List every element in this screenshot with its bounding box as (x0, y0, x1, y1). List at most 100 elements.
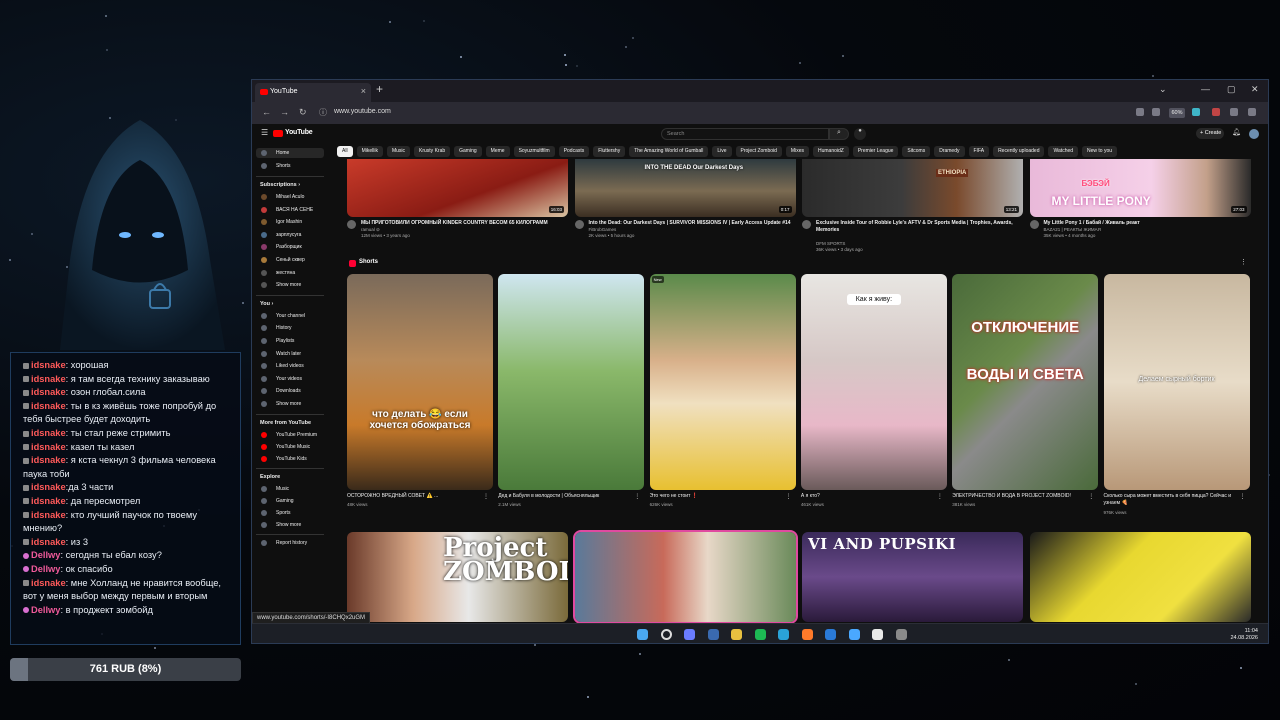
bookmark-star-icon[interactable] (1192, 108, 1200, 116)
short-thumbnail[interactable]: Как я живу: (800, 274, 947, 490)
chip-1[interactable]: Mikellik (356, 146, 383, 157)
video-thumbnail[interactable]: VI AND PUPSIKI (802, 532, 1023, 622)
sidebar-item-your-channel[interactable]: Your channel (256, 311, 324, 321)
sidebar-item-youtube-kids[interactable]: YouTube Kids (256, 454, 324, 464)
short-card[interactable]: Как я живу: А я кто? 461K views ⋮ (800, 274, 947, 507)
notifications-bell-icon[interactable]: 🔔︎ (1232, 128, 1241, 136)
short-title[interactable]: А я кто? (801, 493, 937, 500)
sidebar-item-playlists[interactable]: Playlists (256, 336, 324, 346)
sidebar-item-watch-later[interactable]: Watch later (256, 349, 324, 359)
sidebar-item-вася-на-сене[interactable]: ВАСЯ НА СЕНЕ (256, 205, 324, 215)
chip-2[interactable]: Music (386, 146, 411, 157)
video-card[interactable]: 0:17 INTO THE DEAD Our Darkest Days Into t… (574, 159, 796, 238)
sidebar-section-header[interactable]: You › (260, 301, 273, 307)
sidebar-item-home[interactable]: Home (256, 148, 324, 158)
channel-avatar[interactable] (1029, 220, 1039, 229)
extensions-icon[interactable] (1230, 108, 1238, 116)
chip-20[interactable]: New to you (1082, 146, 1118, 157)
sidebar-section-header[interactable]: Explore (260, 474, 280, 480)
video-thumbnail[interactable]: 16:03 (347, 159, 568, 217)
chip-7[interactable]: Podcasts (558, 146, 590, 157)
sidebar-item-youtube-premium[interactable]: YouTube Premium (256, 430, 324, 440)
url-field[interactable]: www.youtube.com (334, 108, 391, 115)
short-more-icon[interactable]: ⋮ (1240, 493, 1246, 500)
search-icon[interactable] (660, 629, 672, 640)
app3-icon[interactable] (872, 629, 883, 640)
new-tab-button[interactable]: + (376, 82, 383, 96)
video-title[interactable]: Exclusive Inside Tour of Robbie Lyle's A… (816, 220, 1021, 233)
sidebar-item-mihael-aculo[interactable]: Mihael Aculo (256, 192, 324, 202)
account-avatar[interactable] (1249, 129, 1259, 139)
spotify-icon[interactable] (754, 629, 766, 640)
sidebar-section-header[interactable]: Subscriptions › (260, 182, 300, 188)
short-title[interactable]: ЭЛЕКТРИЧЕСТВО И ВОДА В PROJECT ZOMBOID! (952, 493, 1088, 500)
sidebar-item-зарплусуга[interactable]: зарплусуга (256, 230, 324, 240)
chip-10[interactable]: Live (712, 146, 732, 157)
sidebar-item-history[interactable]: History (256, 323, 324, 333)
sidebar-item-your-videos[interactable]: Your videos (256, 374, 324, 384)
create-button[interactable]: + Create (1196, 128, 1224, 139)
chip-16[interactable]: Dramedy (934, 146, 965, 157)
sidebar-item-show-more[interactable]: Show more (256, 280, 324, 290)
sidebar-item-music[interactable]: Music (256, 484, 324, 494)
video-card[interactable]: 27:03 БЭБЭЙ MY LITTLE PONY My Little Pony 1… (1029, 159, 1251, 238)
chip-14[interactable]: Premier League (852, 146, 899, 157)
short-thumbnail[interactable]: New (649, 274, 796, 490)
chip-15[interactable]: Sitcoms (902, 146, 931, 157)
translate-icon[interactable] (1152, 108, 1160, 116)
video-thumbnail[interactable]: 0:17 INTO THE DEAD Our Darkest Days (574, 159, 796, 217)
close-window-button[interactable]: ✕ (1251, 84, 1259, 95)
reader-icon[interactable] (1136, 108, 1144, 116)
minimize-button[interactable]: — (1201, 84, 1210, 94)
sidebar-item-liked-videos[interactable]: Liked videos (256, 361, 324, 371)
back-icon[interactable]: ← (262, 107, 271, 117)
short-thumbnail[interactable] (498, 274, 645, 490)
video-title[interactable]: My Little Pony 1 / Бабай / Живаль реакт (1044, 220, 1249, 227)
short-title[interactable]: Дед и Бабуля в молодости | Объясняльщик (498, 493, 634, 500)
microphone-icon[interactable]: ● (854, 128, 866, 140)
sidebar-item-sports[interactable]: Sports (256, 508, 324, 518)
chip-3[interactable]: Krusty Krab (414, 146, 451, 157)
short-more-icon[interactable]: ⋮ (786, 493, 792, 500)
youtube-logo-icon[interactable] (273, 130, 283, 137)
video-thumbnail[interactable] (572, 530, 798, 624)
short-title[interactable]: Сколько сыра может вместить в себя пицца… (1104, 493, 1240, 506)
extension-icon[interactable] (1212, 108, 1220, 116)
short-title[interactable]: Это чего не стоит ❗ (650, 493, 786, 500)
chip-6[interactable]: Soyuzmultfilm (513, 146, 555, 157)
terminal-icon[interactable] (707, 629, 719, 640)
short-thumbnail[interactable]: ОТКЛЮЧЕНИЕ ВОДЫ И СВЕТА (952, 274, 1099, 490)
app-icon[interactable] (684, 629, 695, 640)
chip-19[interactable]: Watched (1048, 146, 1079, 157)
chip-0[interactable]: All (337, 146, 353, 157)
video-title[interactable]: МЫ ПРИГОТОВИЛИ ОГРОМНЫЙ KINDER COUNTRY В… (361, 220, 566, 227)
short-card[interactable]: New Это чего не стоит ❗ 626K views ⋮ (649, 274, 796, 507)
short-more-icon[interactable]: ⋮ (634, 493, 640, 500)
chip-9[interactable]: The Amazing World of Gumball (629, 146, 709, 157)
short-more-icon[interactable]: ⋮ (483, 493, 489, 500)
sidebar-section-header[interactable]: More from YouTube (260, 420, 311, 426)
menu-hamburger-icon[interactable]: ☰ (261, 128, 268, 137)
firefox-icon[interactable] (801, 629, 813, 640)
channel-avatar[interactable] (574, 220, 584, 229)
video-card[interactable]: 13:21 ETHIOPIA Exclusive Inside Tour of Ro… (802, 159, 1023, 252)
shorts-more-icon[interactable]: ⋮ (1240, 258, 1247, 266)
zoom-level[interactable]: 60% (1169, 108, 1185, 118)
menu-icon[interactable] (1248, 108, 1256, 116)
sidebar-item-жестяна[interactable]: жестяна (256, 268, 324, 278)
video-thumbnail[interactable]: Project ZOMBOID (347, 532, 568, 622)
chip-4[interactable]: Gaming (454, 146, 482, 157)
short-card[interactable]: ОТКЛЮЧЕНИЕ ВОДЫ И СВЕТА ЭЛЕКТРИЧЕСТВО И В… (952, 274, 1099, 507)
short-title[interactable]: ОСТОРОЖНО ВРЕДНЫЙ СОВЕТ ⚠️ ... (347, 493, 483, 500)
video-title[interactable]: Into the Dead: Our Darkest Days | SURVIV… (589, 220, 794, 227)
short-card[interactable]: Дед и Бабуля в молодости | Объясняльщик 2… (498, 274, 645, 507)
obs-icon[interactable] (895, 629, 907, 640)
short-thumbnail[interactable]: что делать 😂 если хочется обожраться (347, 274, 493, 490)
windows-start-icon[interactable] (637, 629, 648, 640)
video-thumbnail[interactable] (1029, 532, 1251, 622)
app2-icon[interactable] (825, 629, 836, 640)
chip-17[interactable]: FIFA (968, 146, 990, 157)
chip-5[interactable]: Meme (485, 146, 510, 157)
sidebar-item-show-more[interactable]: Show more (256, 399, 324, 409)
video-card[interactable]: 16:03 МЫ ПРИГОТОВИЛИ ОГРОМНЫЙ KINDER COUN… (347, 159, 568, 238)
